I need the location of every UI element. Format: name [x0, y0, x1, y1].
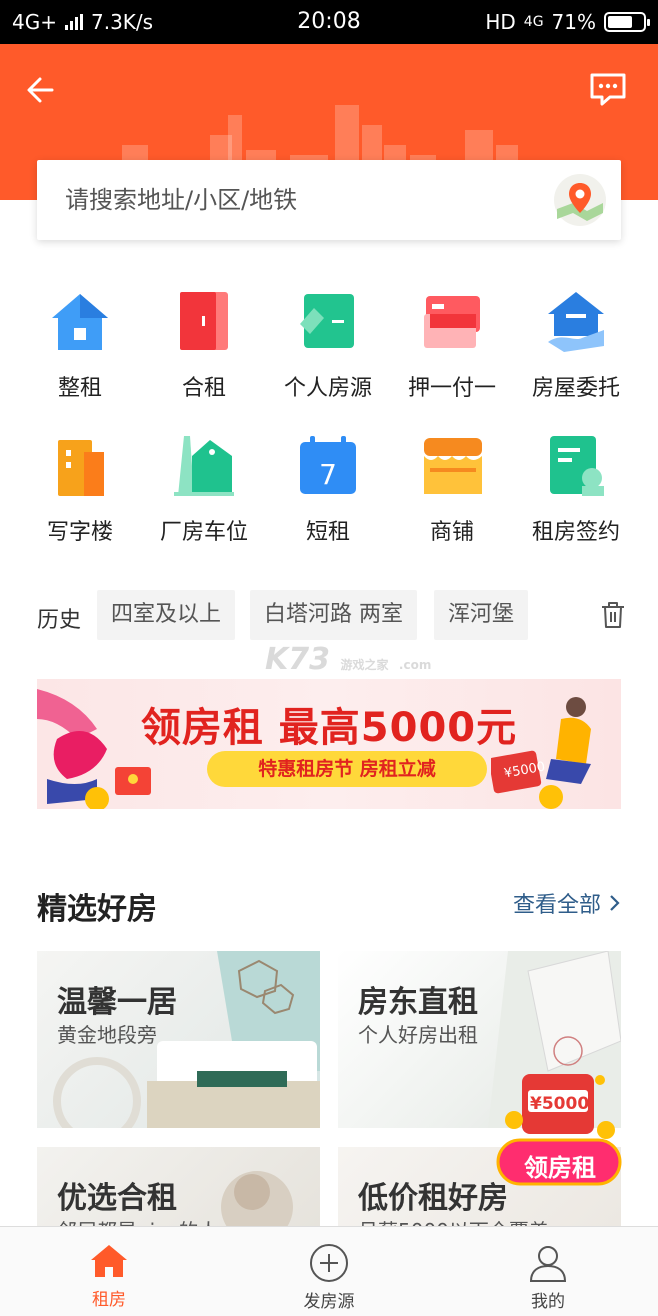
floating-rent-badge[interactable]: ¥5000 领房租: [496, 1068, 624, 1188]
trash-icon[interactable]: [599, 600, 627, 630]
badge-amount: ¥5000: [530, 1094, 590, 1114]
category-office[interactable]: 写字楼: [18, 434, 142, 546]
category-label: 个人房源: [283, 376, 372, 401]
search-box[interactable]: [37, 160, 621, 240]
chevron-right-icon: [610, 895, 620, 911]
history-chip[interactable]: 四室及以上: [97, 590, 236, 640]
door-icon: [180, 292, 228, 350]
search-input[interactable]: [65, 160, 545, 240]
back-arrow-icon[interactable]: [22, 70, 62, 110]
location-pin-icon[interactable]: [553, 173, 607, 227]
category-label: 厂房车位: [159, 520, 248, 545]
watermark-brand: K73: [265, 642, 330, 677]
watermark-url: .com: [398, 658, 432, 672]
history-chip[interactable]: 白塔河路 两室: [250, 590, 417, 640]
category-label: 写字楼: [46, 520, 113, 545]
category-personal-listing[interactable]: 个人房源: [266, 290, 390, 402]
category-label: 合租: [181, 376, 226, 401]
card-title: 优选合租: [57, 1181, 177, 1216]
card-subtitle: 月薪5000以下全覆盖: [358, 1215, 549, 1226]
banner-subtitle: 特惠租房节 房租立减: [207, 751, 487, 787]
nav-item-rent[interactable]: 租房: [49, 1227, 169, 1316]
promo-banner[interactable]: 领房租 最高5000元 特惠租房节 房租立减 ¥5000: [37, 679, 621, 809]
nav-label: 发房源: [303, 1292, 355, 1312]
card-title: 温馨一居: [57, 985, 177, 1020]
card-subtitle: 个人好房出租: [358, 1023, 478, 1047]
house-hand-icon: [548, 292, 604, 352]
category-pay-monthly[interactable]: 押一付一: [390, 290, 514, 402]
nav-label: 我的: [531, 1292, 565, 1312]
category-rent-contract[interactable]: 租房签约: [514, 434, 638, 546]
factory-icon: [174, 436, 234, 496]
category-house-entrust[interactable]: 房屋委托: [514, 290, 638, 402]
category-label: 房屋委托: [531, 376, 620, 401]
section-title: 精选好房: [37, 892, 157, 927]
card-title: 房东直租: [358, 985, 478, 1020]
category-label: 整租: [57, 376, 102, 401]
battery-percent: 71%: [551, 10, 596, 34]
category-shop[interactable]: 商铺: [390, 434, 514, 546]
shop-icon: [424, 438, 482, 494]
category-short-rent[interactable]: 7 短租: [266, 434, 390, 546]
battery-icon: [604, 12, 650, 32]
status-bar: 4G+ 7.3K/s 20:08 HD 4G 71%: [0, 0, 658, 44]
watermark-site: 游戏之家: [340, 658, 389, 672]
category-label: 短租: [305, 520, 350, 545]
home-icon: [91, 1245, 127, 1277]
category-whole-rent[interactable]: 整租: [18, 290, 142, 402]
calendar-icon: 7: [300, 436, 356, 494]
history-title: 历史: [37, 608, 82, 633]
category-factory-parking[interactable]: 厂房车位: [142, 434, 266, 546]
tag-icon: [300, 294, 354, 348]
nav-item-mine[interactable]: 我的: [488, 1227, 608, 1316]
person-illustration-right: [491, 697, 591, 809]
nav-item-post-listing[interactable]: 发房源: [269, 1227, 389, 1316]
card-subtitle: 黄金地段旁: [57, 1023, 157, 1047]
featured-card[interactable]: 优选合租 邻居都是nice的人: [37, 1147, 320, 1226]
office-building-icon: [58, 440, 104, 496]
nav-label: 租房: [92, 1290, 126, 1310]
bottom-nav: 租房 发房源 我的: [0, 1226, 658, 1316]
search-history: 历史 四室及以上 白塔河路 两室 浑河堡: [37, 590, 627, 640]
badge-label: 领房租: [524, 1154, 596, 1182]
card-icon: [424, 296, 480, 348]
see-all-label: 查看全部: [512, 893, 601, 918]
contract-icon: [550, 436, 604, 496]
message-icon[interactable]: [588, 72, 628, 108]
house-icon: [52, 294, 108, 350]
featured-card[interactable]: 温馨一居 黄金地段旁: [37, 951, 320, 1128]
user-icon: [529, 1246, 567, 1282]
svg-text:7: 7: [319, 458, 337, 491]
network-type-right: 4G: [523, 14, 544, 30]
see-all-link[interactable]: 查看全部: [513, 887, 621, 919]
card-title: 低价租好房: [358, 1181, 508, 1216]
history-chip[interactable]: 浑河堡: [434, 590, 529, 640]
category-label: 商铺: [429, 520, 474, 545]
card-subtitle: 邻居都是nice的人: [57, 1215, 219, 1226]
category-label: 租房签约: [531, 520, 620, 545]
hd-indicator: HD: [485, 10, 516, 34]
category-shared-rent[interactable]: 合租: [142, 290, 266, 402]
plus-circle-icon: [310, 1244, 348, 1282]
watermark: K73 游戏之家 .com: [265, 642, 431, 677]
category-label: 押一付一: [407, 376, 496, 401]
